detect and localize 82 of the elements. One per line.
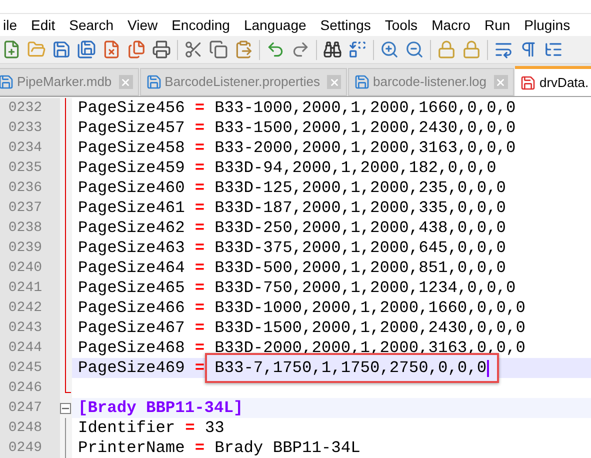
- setting-value: B33-1500,2000,1,2000,2430,0,0,0: [214, 118, 516, 139]
- equals-sign: =: [194, 98, 205, 119]
- lock-icon[interactable]: [462, 40, 481, 59]
- cut-icon[interactable]: [184, 40, 203, 59]
- line-number: 0243: [0, 318, 60, 338]
- menu-item[interactable]: Search: [62, 14, 120, 36]
- line-number: 0239: [0, 238, 60, 258]
- menu-item[interactable]: Plugins: [517, 14, 578, 36]
- menu-item[interactable]: Macro: [424, 14, 478, 36]
- equals-sign: =: [194, 158, 205, 179]
- indent-guide-icon[interactable]: [544, 40, 563, 59]
- equals-sign: =: [194, 238, 205, 259]
- equals-sign: =: [194, 338, 205, 359]
- undo-icon[interactable]: [266, 40, 285, 59]
- setting-value: B33D-1000,2000,1,2000,1660,0,0,0: [214, 298, 526, 319]
- setting-value: Brady BBP11-34L: [214, 438, 360, 458]
- setting-value: B33-1000,2000,1,2000,1660,0,0,0: [214, 98, 516, 119]
- line-number: 0237: [0, 198, 60, 218]
- line-number: 0247: [0, 398, 60, 418]
- replace-icon[interactable]: [348, 40, 367, 59]
- setting-value: B33D-250,2000,1,2000,438,0,0,0: [214, 218, 506, 239]
- line-number: 0249: [0, 438, 60, 458]
- equals-sign: =: [194, 318, 205, 339]
- equals-sign: =: [194, 298, 205, 319]
- line-number: 0232: [0, 98, 60, 118]
- line-number: 0233: [0, 118, 60, 138]
- close-file-icon[interactable]: [102, 40, 121, 59]
- new-file-icon[interactable]: [2, 40, 21, 59]
- line-number: 0241: [0, 278, 60, 298]
- equals-sign: =: [194, 358, 205, 379]
- save-all-icon[interactable]: [77, 40, 96, 59]
- search-icon[interactable]: [323, 40, 342, 59]
- equals-sign: =: [194, 178, 205, 199]
- close-all-icon[interactable]: [127, 40, 146, 59]
- setting-value: B33D-375,2000,1,2000,645,0,0,0: [214, 238, 506, 259]
- lock-icon[interactable]: [437, 40, 456, 59]
- equals-sign: =: [194, 438, 205, 458]
- equals-sign: =: [194, 138, 205, 159]
- menu-item[interactable]: Encoding: [164, 14, 237, 36]
- menu-item[interactable]: Run: [477, 14, 518, 36]
- equals-sign: =: [194, 218, 205, 239]
- line-number: 0238: [0, 218, 60, 238]
- menu-item[interactable]: Language: [236, 14, 314, 36]
- file-tab[interactable]: drvData.: [514, 66, 591, 96]
- equals-sign: =: [194, 198, 205, 219]
- line-number: 0248: [0, 418, 60, 438]
- equals-sign: =: [185, 418, 195, 439]
- setting-value: 33: [204, 418, 224, 439]
- zoom-in-icon[interactable]: [380, 40, 399, 59]
- line-number: 0246: [0, 378, 60, 398]
- menu-item[interactable]: View: [120, 14, 165, 36]
- line-number: 0235: [0, 158, 60, 178]
- redo-icon[interactable]: [291, 40, 310, 59]
- menu-item[interactable]: ile: [0, 14, 24, 36]
- save-icon[interactable]: [52, 40, 71, 59]
- paste-icon[interactable]: [234, 40, 253, 59]
- menu-item[interactable]: Settings: [313, 14, 378, 36]
- line-number: 0244: [0, 338, 60, 358]
- line-number: 0242: [0, 298, 60, 318]
- zoom-out-icon[interactable]: [405, 40, 424, 59]
- setting-value: B33D-1500,2000,1,2000,2430,0,0,0: [214, 318, 526, 339]
- copy-icon[interactable]: [209, 40, 228, 59]
- line-number: 0234: [0, 138, 60, 158]
- setting-value: B33D-500,2000,1,2000,851,0,0,0: [214, 258, 506, 279]
- setting-value: B33D-187,2000,1,2000,335,0,0,0: [214, 198, 506, 219]
- line-number: 0245: [0, 358, 60, 378]
- setting-value: B33-2000,2000,1,2000,3163,0,0,0: [214, 138, 516, 159]
- fold-toggle-icon[interactable]: [60, 402, 71, 414]
- print-icon[interactable]: [152, 40, 171, 59]
- pilcrow-icon[interactable]: [519, 40, 538, 59]
- setting-value: B33D-125,2000,1,2000,235,0,0,0: [214, 178, 506, 199]
- line-number: 0240: [0, 258, 60, 278]
- setting-value: B33-7,1750,1,1750,2750,0,0,0: [204, 353, 499, 383]
- menu-item[interactable]: Edit: [24, 14, 62, 36]
- setting-value: B33D-750,2000,1,2000,1234,0,0,0: [214, 278, 516, 299]
- equals-sign: =: [194, 258, 205, 279]
- menu-item[interactable]: Tools: [378, 14, 425, 36]
- equals-sign: =: [194, 278, 205, 299]
- setting-value: B33D-94,2000,1,2000,182,0,0,0: [214, 158, 496, 179]
- line-number: 0236: [0, 178, 60, 198]
- wrap-text-icon[interactable]: [494, 40, 513, 59]
- equals-sign: =: [194, 118, 205, 139]
